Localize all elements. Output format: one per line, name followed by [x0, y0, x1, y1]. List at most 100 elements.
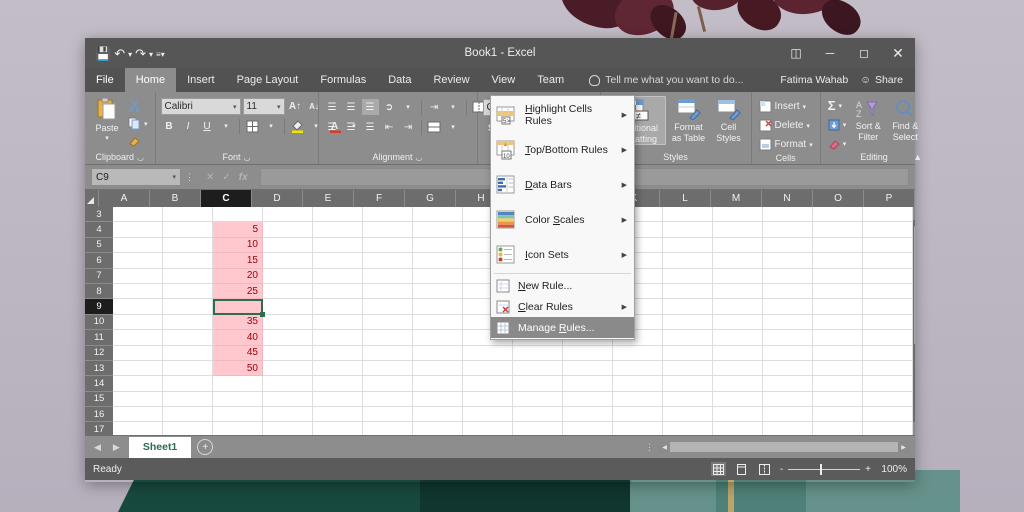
copy-button[interactable]: ▾ — [126, 115, 150, 132]
cell-M13[interactable] — [713, 360, 763, 377]
cell-L8[interactable] — [663, 283, 713, 300]
menu-item-color-scales[interactable]: Color Scales ▶ — [491, 202, 634, 237]
cell-A15[interactable] — [113, 391, 163, 408]
row-header-6[interactable]: 6 — [85, 253, 113, 269]
cell-L11[interactable] — [663, 330, 713, 346]
cell-A12[interactable] — [113, 345, 163, 361]
clipboard-dialog-launcher-icon[interactable]: ◡ — [137, 153, 144, 162]
cell-P3[interactable] — [863, 207, 913, 223]
cell-A5[interactable] — [113, 237, 163, 254]
cell-H14[interactable] — [463, 376, 513, 392]
column-header-d[interactable]: D — [252, 190, 303, 207]
cell-D14[interactable] — [263, 376, 313, 392]
tab-formulas[interactable]: Formulas — [309, 68, 377, 92]
redo-dropdown-icon[interactable]: ▾ — [149, 51, 153, 59]
cell-O3[interactable] — [813, 207, 863, 223]
cell-O4[interactable] — [813, 222, 863, 238]
cell-O6[interactable] — [813, 253, 863, 269]
cell-P7[interactable] — [863, 268, 913, 284]
cell-L4[interactable] — [663, 222, 713, 238]
cell-A17[interactable] — [113, 422, 163, 435]
tab-file[interactable]: File — [85, 68, 125, 92]
previous-sheet-icon[interactable]: ◀ — [91, 442, 104, 453]
align-middle-icon[interactable]: ☰ — [343, 99, 360, 115]
cell-G10[interactable] — [413, 314, 463, 331]
zoom-slider-thumb[interactable] — [819, 463, 822, 475]
cell-A3[interactable] — [113, 207, 163, 223]
font-name-dropdown-icon[interactable]: ▾ — [229, 103, 237, 111]
maximize-icon[interactable]: ◻ — [847, 38, 881, 68]
cell-C17[interactable] — [213, 422, 263, 435]
autosum-dropdown-icon[interactable]: ▾ — [839, 102, 843, 110]
column-header-b[interactable]: B — [150, 190, 201, 207]
format-cells-dropdown-icon[interactable]: ▾ — [809, 141, 813, 149]
cell-G14[interactable] — [413, 376, 463, 392]
cell-F15[interactable] — [363, 391, 413, 408]
zoom-in-button[interactable]: + — [865, 464, 871, 475]
cell-C6[interactable]: 15 — [213, 253, 263, 269]
cell-M12[interactable] — [713, 345, 763, 361]
cell-L5[interactable] — [663, 237, 713, 254]
cell-O13[interactable] — [813, 360, 863, 377]
cell-B17[interactable] — [163, 422, 213, 435]
clear-button[interactable]: ▾ — [826, 135, 849, 152]
cell-A13[interactable] — [113, 360, 163, 377]
quick-access-toolbar[interactable]: 💾 ↶ ▾ ↷ ▾ ≡▾ — [85, 47, 165, 60]
cell-H17[interactable] — [463, 422, 513, 435]
cell-C13[interactable]: 50 — [213, 360, 263, 377]
cell-M17[interactable] — [713, 422, 763, 435]
cell-M5[interactable] — [713, 237, 763, 254]
italic-icon[interactable]: I — [180, 118, 197, 134]
cell-J12[interactable] — [563, 345, 613, 361]
merge-center-caret-icon[interactable]: ▾ — [445, 119, 462, 135]
horizontal-scroll-thumb[interactable] — [670, 442, 898, 452]
tab-insert[interactable]: Insert — [176, 68, 226, 92]
cell-G8[interactable] — [413, 283, 463, 300]
row-header-11[interactable]: 11 — [85, 330, 113, 346]
cell-A14[interactable] — [113, 376, 163, 392]
name-box-dropdown-icon[interactable]: ▾ — [168, 173, 176, 181]
cell-C11[interactable]: 40 — [213, 330, 263, 346]
cell-O11[interactable] — [813, 330, 863, 346]
cell-I14[interactable] — [513, 376, 563, 392]
cell-D3[interactable] — [263, 207, 313, 223]
cell-L9[interactable] — [663, 299, 713, 315]
row-header-17[interactable]: 17 — [85, 422, 113, 435]
cell-B5[interactable] — [163, 237, 213, 254]
cell-L16[interactable] — [663, 407, 713, 423]
cell-P16[interactable] — [863, 407, 913, 423]
cell-H15[interactable] — [463, 391, 513, 408]
align-left-icon[interactable]: ☰ — [324, 119, 341, 135]
cell-C16[interactable] — [213, 407, 263, 423]
cell-B9[interactable] — [163, 299, 213, 315]
grow-font-icon[interactable]: A↑ — [287, 99, 304, 115]
cell-D12[interactable] — [263, 345, 313, 361]
cell-N9[interactable] — [763, 299, 813, 315]
row-header-3[interactable]: 3 — [85, 207, 113, 223]
cell-M14[interactable] — [713, 376, 763, 392]
menu-item-top-bottom-rules[interactable]: 10 Top/Bottom Rules ▶ — [491, 132, 634, 167]
cell-D17[interactable] — [263, 422, 313, 435]
row-header-15[interactable]: 15 — [85, 392, 113, 408]
cell-M15[interactable] — [713, 391, 763, 408]
zoom-level-label[interactable]: 100% — [879, 464, 907, 475]
cell-D9[interactable] — [263, 299, 313, 315]
cell-B13[interactable] — [163, 360, 213, 377]
cell-D7[interactable] — [263, 268, 313, 284]
cell-I17[interactable] — [513, 422, 563, 435]
underline-dropdown-icon[interactable]: ▾ — [218, 118, 235, 134]
sort-filter-button[interactable]: A Z Sort & Filter — [851, 97, 885, 142]
cell-N17[interactable] — [763, 422, 813, 435]
cell-E16[interactable] — [313, 407, 363, 423]
cell-E10[interactable] — [313, 314, 363, 331]
cell-H13[interactable] — [463, 360, 513, 377]
column-header-e[interactable]: E — [303, 190, 354, 207]
cell-O9[interactable] — [813, 299, 863, 315]
cell-E12[interactable] — [313, 345, 363, 361]
cell-N7[interactable] — [763, 268, 813, 284]
paste-button[interactable]: Paste ▾ — [90, 95, 124, 142]
font-size-dropdown-icon[interactable]: ▾ — [273, 103, 281, 111]
cell-C14[interactable] — [213, 376, 263, 392]
column-header-f[interactable]: F — [354, 190, 405, 207]
cell-P4[interactable] — [863, 222, 913, 238]
